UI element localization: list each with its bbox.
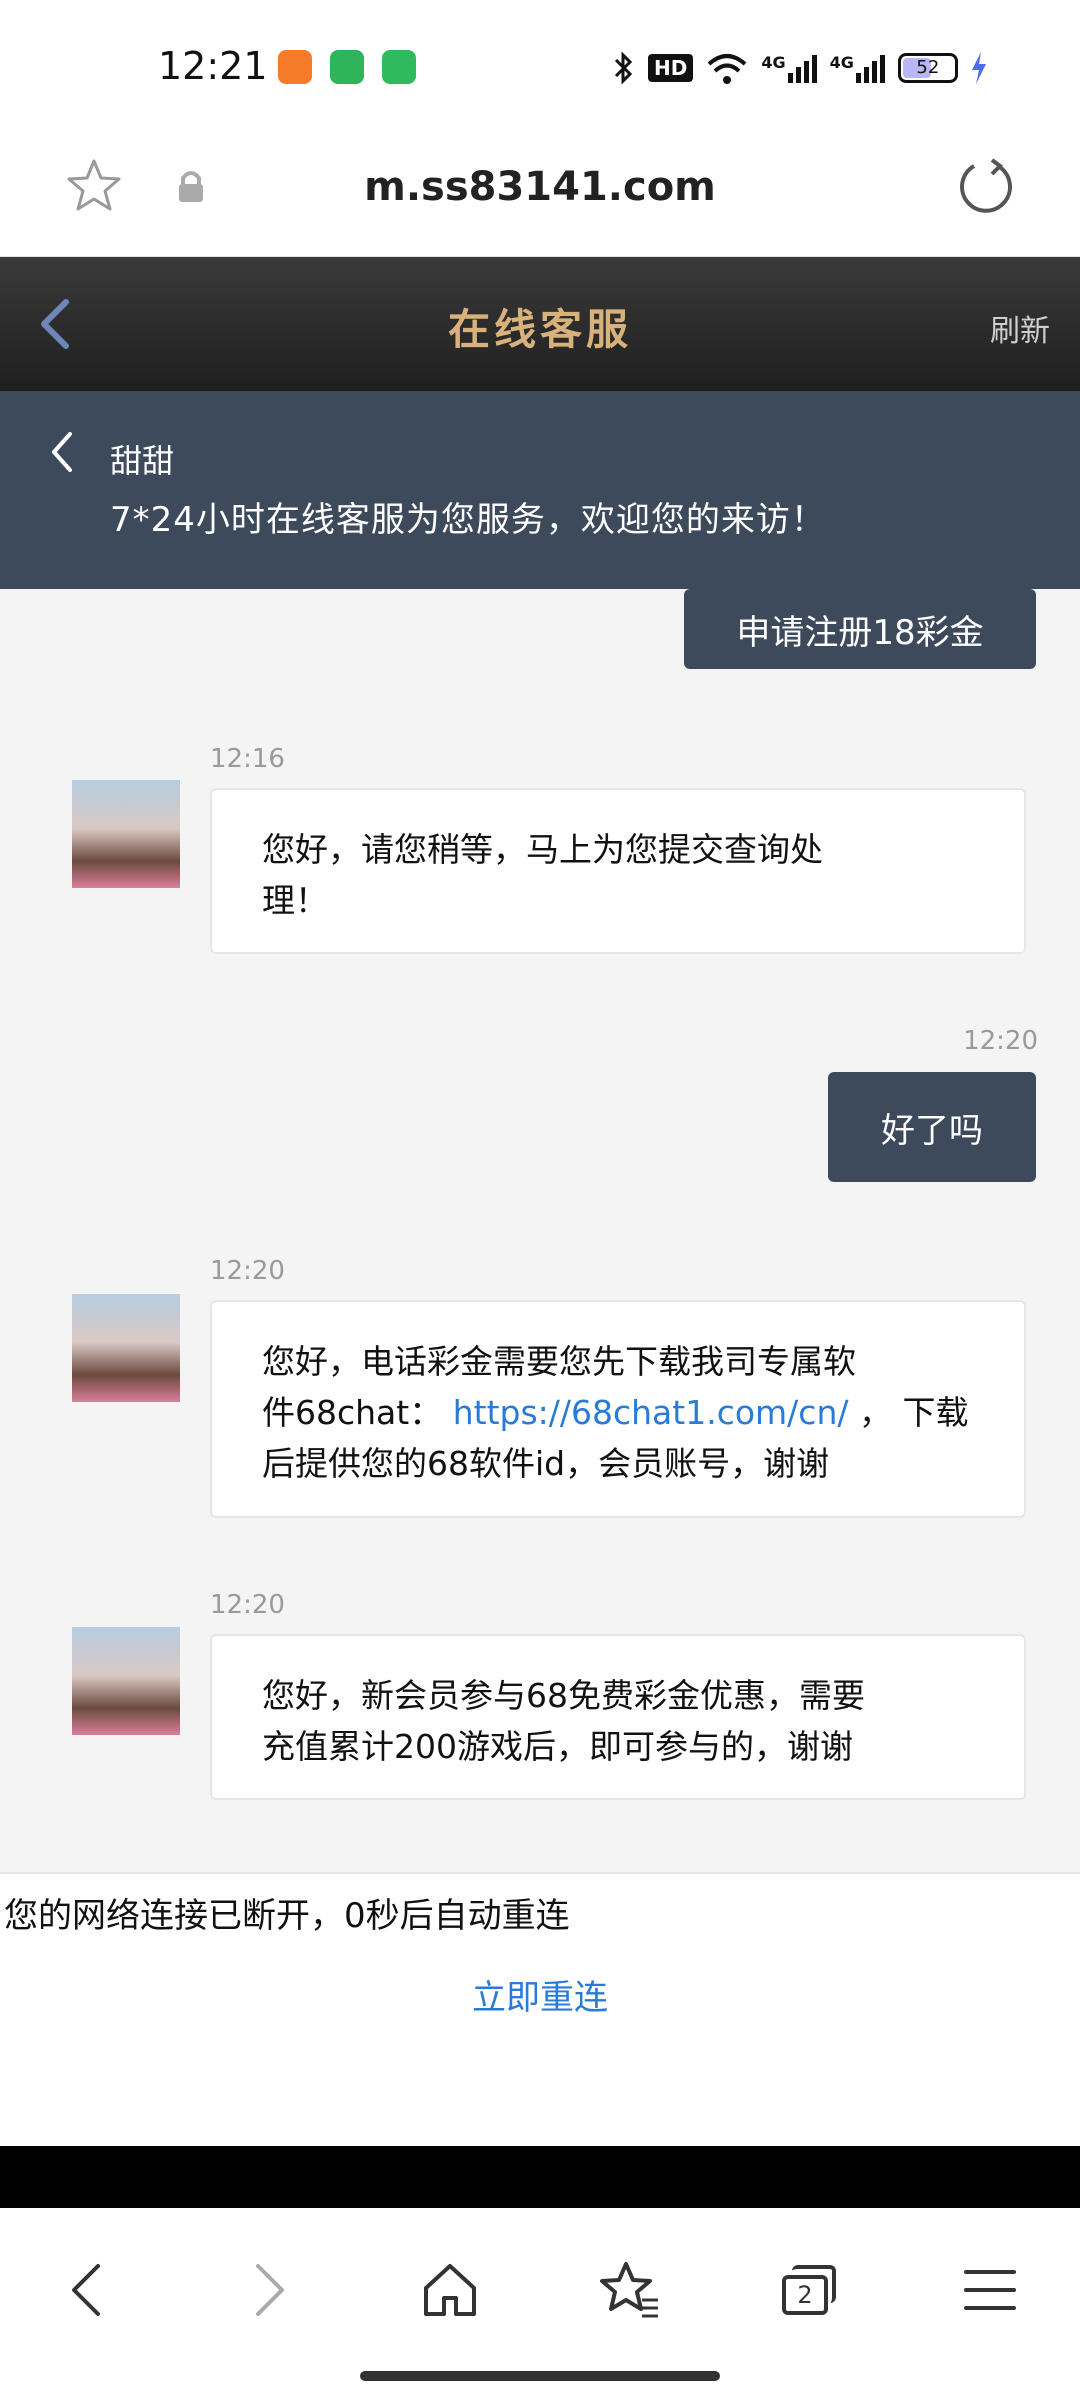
signal-2: 4G	[830, 53, 886, 83]
message-text: 件68chat：	[262, 1393, 443, 1432]
message-text: 好了吗	[881, 1110, 983, 1151]
agent-back-icon[interactable]	[46, 428, 76, 476]
agent-info-bar	[0, 391, 1080, 589]
wifi-icon	[708, 54, 747, 84]
nav-back-button[interactable]	[36, 2240, 136, 2340]
nav-home-button[interactable]	[400, 2240, 500, 2340]
network-label-2: 4G	[829, 53, 854, 72]
disconnect-message: 您的网络连接已断开，0秒后自动重连	[4, 1896, 570, 1936]
signal-1: 4G	[761, 53, 817, 83]
reconnect-button[interactable]: 立即重连	[0, 1970, 1080, 2019]
message-text: 申请注册18彩金	[736, 612, 984, 653]
message-timestamp: 12:20	[210, 1590, 285, 1620]
home-indicator[interactable]	[360, 2371, 720, 2381]
agent-message-bubble: 您好，请您稍等，马上为您提交查询处 理！	[210, 788, 1026, 954]
message-line: 后提供您的68软件id，会员账号，谢谢	[262, 1444, 830, 1483]
home-icon	[424, 2264, 476, 2316]
agent-avatar	[72, 1294, 180, 1402]
video-app-icon	[278, 50, 312, 84]
page-title: 在线客服	[447, 305, 632, 354]
agent-avatar	[72, 1627, 180, 1735]
tabs-icon: 2	[782, 2265, 838, 2315]
signal-bars-icon	[787, 55, 817, 83]
status-time: 12:21	[158, 44, 268, 88]
hd-badge: HD	[648, 54, 694, 82]
message-line: 充值累计200游戏后，即可参与的，谢谢	[262, 1727, 853, 1766]
reload-icon[interactable]	[954, 156, 1016, 218]
message-line: 您好，请您稍等，马上为您提交查询处	[262, 830, 823, 869]
back-arrow-icon	[72, 2264, 100, 2316]
divider-band	[0, 2146, 1080, 2208]
charging-icon	[971, 52, 986, 84]
message-line-with-link: 件68chat： https://68chat1.com/cn/ ， 下载	[262, 1387, 974, 1438]
nav-forward-button[interactable]	[220, 2240, 320, 2340]
nav-menu-button[interactable]	[940, 2240, 1040, 2340]
message-timestamp: 12:20	[210, 1256, 285, 1286]
message-text: ， 下载	[858, 1393, 969, 1432]
user-message-bubble: 好了吗	[828, 1072, 1036, 1182]
status-icons: HD 4G 4G 52	[612, 48, 988, 88]
agent-message-bubble: 您好，新会员参与68免费彩金优惠，需要 充值累计200游戏后，即可参与的，谢谢	[210, 1634, 1026, 1800]
bookmarks-star-icon	[600, 2262, 658, 2318]
message-timestamp: 12:16	[210, 744, 285, 774]
message-timestamp: 12:20	[963, 1026, 1038, 1056]
signal-bars-icon	[855, 55, 885, 83]
message-app-icon	[382, 50, 416, 84]
tabs-count: 2	[797, 2281, 813, 2309]
url-text[interactable]: m.ss83141.com	[0, 164, 1080, 210]
message-line: 您好，新会员参与68免费彩金优惠，需要	[262, 1676, 865, 1715]
network-label-1: 4G	[761, 53, 786, 72]
agent-message-bubble: 您好，电话彩金需要您先下载我司专属软 件68chat： https://68ch…	[210, 1300, 1026, 1518]
agent-avatar	[72, 780, 180, 888]
agent-name: 甜甜	[110, 442, 175, 480]
message-line: 您好，电话彩金需要您先下载我司专属软	[262, 1342, 856, 1381]
download-link[interactable]: https://68chat1.com/cn/	[453, 1393, 849, 1432]
nav-tabs-button[interactable]: 2	[760, 2240, 860, 2340]
agent-subtitle: 7*24小时在线客服为您服务，欢迎您的来访！	[110, 500, 826, 540]
battery-level: 52	[916, 57, 940, 78]
message-line: 理！	[262, 881, 328, 920]
refresh-button[interactable]: 刷新	[990, 306, 1050, 350]
menu-icon	[964, 2270, 1016, 2310]
security-app-icon	[330, 50, 364, 84]
nav-bookmarks-button[interactable]	[580, 2240, 680, 2340]
bluetooth-icon	[614, 51, 633, 85]
forward-arrow-icon	[256, 2264, 284, 2316]
user-message-bubble: 申请注册18彩金	[684, 589, 1036, 669]
battery-icon: 52	[897, 53, 958, 83]
